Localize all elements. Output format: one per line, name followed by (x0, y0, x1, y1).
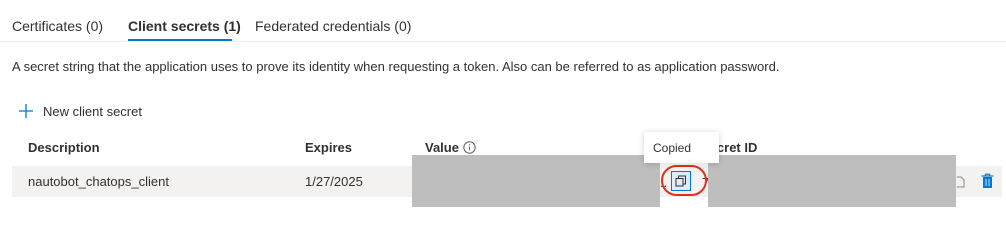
copy-icon (957, 175, 965, 188)
column-header-value: Value (425, 140, 476, 155)
redacted-value (412, 155, 660, 207)
copy-secret-id-button[interactable] (957, 175, 965, 191)
redacted-secret-id (708, 155, 956, 207)
new-client-secret-button[interactable]: New client secret (18, 103, 142, 119)
column-header-description: Description (28, 140, 100, 155)
delete-icon (981, 173, 994, 189)
section-description: A secret string that the application use… (12, 59, 780, 74)
copy-value-button[interactable] (671, 171, 691, 191)
tab-certificates[interactable]: Certificates (0) (12, 18, 103, 34)
row-description: nautobot_chatops_client (28, 174, 169, 189)
info-icon[interactable] (463, 141, 476, 154)
copy-icon (675, 175, 687, 187)
row-expires: 1/27/2025 (305, 174, 363, 189)
column-header-value-label: Value (425, 140, 459, 155)
add-icon (18, 103, 34, 119)
tab-federated-credentials[interactable]: Federated credentials (0) (255, 18, 411, 34)
column-header-expires: Expires (305, 140, 352, 155)
delete-secret-button[interactable] (981, 173, 994, 192)
row-value-truncation: .. (660, 175, 668, 190)
copied-tooltip-text: Copied (653, 141, 692, 155)
copied-tooltip: Copied (644, 132, 719, 163)
tab-client-secrets[interactable]: Client secrets (1) (128, 18, 241, 34)
tabs-divider (0, 41, 1006, 42)
new-client-secret-label: New client secret (43, 103, 142, 119)
